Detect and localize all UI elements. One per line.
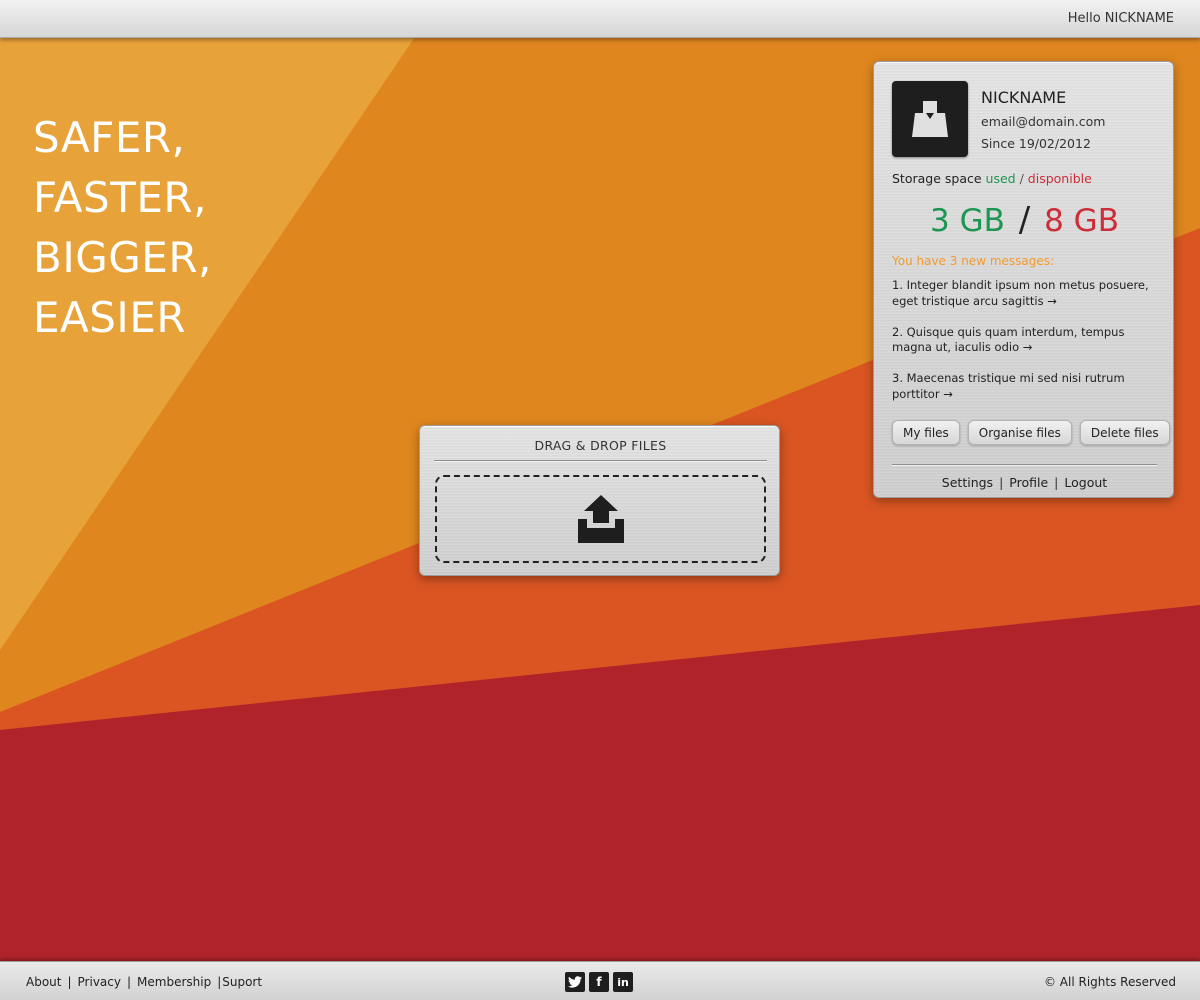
slogan-line-bigger: BIGGER, <box>33 233 212 282</box>
copyright-notice: © All Rights Reserved <box>1043 975 1176 989</box>
message-item[interactable]: 1. Integer blandit ipsum non metus posue… <box>892 278 1162 309</box>
slogan-line-safer: SAFER, <box>33 113 186 162</box>
storage-space-text: Storage space <box>892 171 982 186</box>
message-list: 1. Integer blandit ipsum non metus posue… <box>892 278 1162 418</box>
facebook-glyph: f <box>596 975 602 989</box>
twitter-bird-glyph <box>568 976 582 988</box>
message-item[interactable]: 3. Maecenas tristique mi sed nisi rutrum… <box>892 371 1162 402</box>
upload-tray-icon <box>577 495 624 543</box>
link-separator: | <box>1054 475 1059 490</box>
slogan-line-faster: FASTER, <box>33 173 207 222</box>
footer-separator: | <box>126 975 132 989</box>
message-item[interactable]: 2. Quisque quis quam interdum, tempus ma… <box>892 325 1162 356</box>
link-separator: | <box>999 475 1004 490</box>
footer-link-about[interactable]: About <box>26 975 61 989</box>
footer-link-membership[interactable]: Membership <box>137 975 211 989</box>
drop-zone[interactable] <box>435 475 766 563</box>
storage-slash: / <box>1019 171 1024 186</box>
profile-link[interactable]: Profile <box>1009 475 1048 490</box>
footer-nav: About | Privacy | Membership |Suport <box>26 975 262 989</box>
profile-card: NICKNAME email@domain.com Since 19/02/20… <box>873 61 1174 498</box>
upload-panel-divider <box>434 460 767 461</box>
used-label: used <box>985 171 1016 186</box>
file-actions: My files Organise files Delete files <box>892 420 1170 445</box>
storage-amounts: 3 GB / 8 GB <box>874 200 1175 240</box>
avatar[interactable] <box>892 81 968 157</box>
delete-files-button[interactable]: Delete files <box>1079 420 1170 445</box>
organise-files-button[interactable]: Organise files <box>967 420 1072 445</box>
profile-email: email@domain.com <box>981 114 1106 129</box>
footer-link-privacy[interactable]: Privacy <box>78 975 121 989</box>
footer-separator: | <box>67 975 72 989</box>
card-divider <box>892 464 1157 465</box>
twitter-icon[interactable] <box>565 972 585 992</box>
storage-total-amount: 8 GB <box>1044 203 1119 239</box>
footer: About | Privacy | Membership |Suport f in © A… <box>0 961 1200 1000</box>
messages-header: You have 3 new messages: <box>892 254 1055 268</box>
user-silhouette-icon <box>912 101 948 137</box>
profile-nickname: NICKNAME <box>981 88 1067 107</box>
user-greeting: Hello NICKNAME <box>1067 11 1174 26</box>
facebook-icon[interactable]: f <box>589 972 609 992</box>
footer-separator: | <box>217 975 222 989</box>
account-links: Settings | Profile | Logout <box>874 475 1175 490</box>
top-bar: Hello NICKNAME <box>0 0 1200 38</box>
disponible-label: disponible <box>1027 171 1092 186</box>
social-links: f in <box>565 972 633 992</box>
storage-amount-slash: / <box>1018 200 1031 240</box>
linkedin-icon[interactable]: in <box>613 972 633 992</box>
slogan-line-easier: EASIER <box>33 293 187 342</box>
my-files-button[interactable]: My files <box>892 420 960 445</box>
storage-used-amount: 3 GB <box>930 203 1005 239</box>
upload-panel: DRAG & DROP FILES <box>419 425 780 576</box>
hero-slogan: SAFER, FASTER, BIGGER, EASIER <box>33 108 212 348</box>
logout-link[interactable]: Logout <box>1064 475 1107 490</box>
footer-link-suport[interactable]: Suport <box>222 975 262 989</box>
upload-panel-title: DRAG & DROP FILES <box>534 438 667 453</box>
linkedin-glyph: in <box>617 975 629 989</box>
storage-label: Storage space used / disponible <box>892 171 1092 186</box>
settings-link[interactable]: Settings <box>942 475 993 490</box>
member-since: Since 19/02/2012 <box>981 136 1091 151</box>
